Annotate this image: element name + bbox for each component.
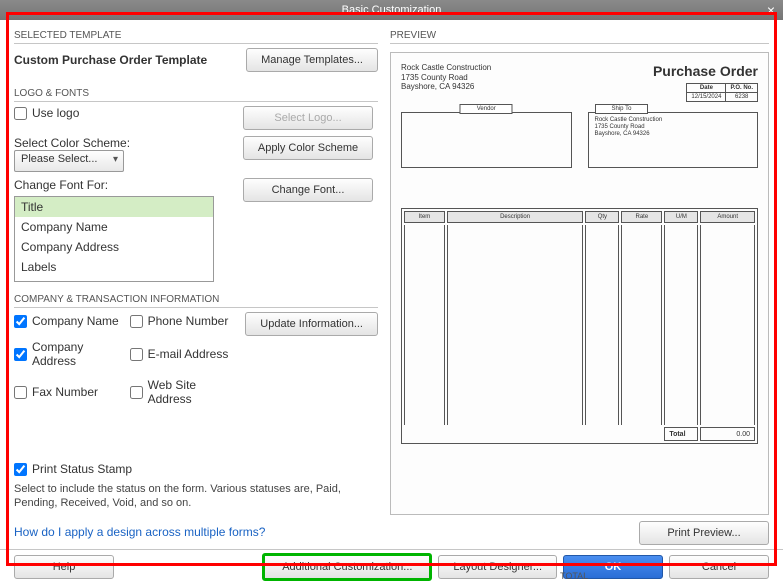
template-name: Custom Purchase Order Template <box>14 53 207 67</box>
cb-company-name[interactable] <box>14 315 27 328</box>
additional-customization-button[interactable]: Additional Customization... <box>262 553 432 581</box>
pv-shipto-box: Ship To Rock Castle Construction 1735 Co… <box>588 112 759 168</box>
basic-customization-dialog: Basic Customization × SELECTED TEMPLATE … <box>0 0 783 583</box>
cb-print-status-stamp[interactable] <box>14 463 27 476</box>
help-link-apply-design[interactable]: How do I apply a design across multiple … <box>14 525 378 539</box>
close-icon[interactable]: × <box>767 2 775 18</box>
change-font-label: Change Font For: <box>14 178 226 192</box>
pv-vendor-box: Vendor <box>401 112 572 168</box>
pv-company-block: Rock Castle Construction 1735 County Roa… <box>401 63 491 102</box>
update-information-button[interactable]: Update Information... <box>245 312 378 336</box>
selected-template-section: SELECTED TEMPLATE Custom Purchase Order … <box>14 30 378 82</box>
lbl-company-name: Company Name <box>32 314 119 328</box>
pv-meta-table: Date P.O. No. 12/15/2024 6238 <box>686 83 758 102</box>
pv-ih4: U/M <box>664 211 698 223</box>
cb-email-address[interactable] <box>130 348 143 361</box>
pv-items-table: Item Description Qty Rate U/M Amount Tot… <box>401 208 758 444</box>
pv-meta-v0: 12/15/2024 <box>687 93 726 102</box>
pv-shipto-addr1: 1735 County Road <box>595 124 752 131</box>
lbl-fax-number: Fax Number <box>32 385 98 399</box>
help-button[interactable]: Help <box>14 555 114 579</box>
left-panel: SELECTED TEMPLATE Custom Purchase Order … <box>0 20 390 549</box>
pv-meta-h0: Date <box>687 84 726 93</box>
cb-phone-number[interactable] <box>130 315 143 328</box>
company-info-header: COMPANY & TRANSACTION INFORMATION <box>14 294 378 308</box>
company-info-section: COMPANY & TRANSACTION INFORMATION Compan… <box>14 294 378 511</box>
pv-ih3: Rate <box>621 211 662 223</box>
preview-header: PREVIEW <box>390 30 769 44</box>
manage-templates-button[interactable]: Manage Templates... <box>246 48 378 72</box>
preview-pane: Rock Castle Construction 1735 County Roa… <box>390 52 769 515</box>
color-scheme-select[interactable]: Please Select... <box>14 150 124 172</box>
pv-ih2: Qty <box>585 211 619 223</box>
print-status-description: Select to include the status on the form… <box>14 482 374 511</box>
font-item-company-address[interactable]: Company Address <box>15 237 213 257</box>
cb-company-address[interactable] <box>14 348 27 361</box>
pv-total-label: Total <box>664 427 698 441</box>
logo-fonts-section: LOGO & FONTS Use logo Select Logo... <box>14 88 378 282</box>
pv-shipto-addr2: Bayshore, CA 94326 <box>595 131 752 138</box>
pv-ih0: Item <box>404 211 445 223</box>
pv-vendor-header: Vendor <box>460 104 513 114</box>
titlebar: Basic Customization × <box>0 0 783 20</box>
cb-website-address[interactable] <box>130 386 143 399</box>
lbl-website-address: Web Site Address <box>148 378 238 406</box>
change-font-button[interactable]: Change Font... <box>243 178 373 202</box>
use-logo-checkbox[interactable] <box>14 107 27 120</box>
bottom-button-bar: Help Additional Customization... Layout … <box>0 549 783 583</box>
apply-color-scheme-button[interactable]: Apply Color Scheme <box>243 136 373 160</box>
pv-shipto-header: Ship To <box>595 104 649 114</box>
color-scheme-label: Select Color Scheme: <box>14 136 226 150</box>
layout-designer-button[interactable]: Layout Designer... <box>438 555 557 579</box>
pv-ih1: Description <box>447 211 583 223</box>
font-item-company-name[interactable]: Company Name <box>15 217 213 237</box>
font-item-labels[interactable]: Labels <box>15 257 213 277</box>
lbl-print-status-stamp: Print Status Stamp <box>32 462 132 476</box>
font-list[interactable]: Title Company Name Company Address Label… <box>14 196 214 282</box>
right-panel: PREVIEW Rock Castle Construction 1735 Co… <box>390 20 783 549</box>
lbl-company-address: Company Address <box>32 340 122 368</box>
logo-fonts-header: LOGO & FONTS <box>14 88 378 102</box>
pv-doc-title: Purchase Order <box>653 63 758 79</box>
pv-total-value: 0.00 <box>700 427 755 441</box>
pv-meta-v1: 6238 <box>726 93 758 102</box>
pv-meta-h1: P.O. No. <box>726 84 758 93</box>
selected-template-header: SELECTED TEMPLATE <box>14 30 378 44</box>
footer-total-text: TOTAL <box>560 571 588 581</box>
print-preview-button[interactable]: Print Preview... <box>639 521 769 545</box>
cb-fax-number[interactable] <box>14 386 27 399</box>
lbl-phone-number: Phone Number <box>148 314 229 328</box>
window-title: Basic Customization <box>342 4 442 16</box>
font-item-title[interactable]: Title <box>15 197 213 217</box>
pv-shipto-name: Rock Castle Construction <box>595 117 752 124</box>
select-logo-button[interactable]: Select Logo... <box>243 106 373 130</box>
pv-company-addr2: Bayshore, CA 94326 <box>401 82 491 92</box>
pv-company-addr1: 1735 County Road <box>401 73 491 83</box>
use-logo-label: Use logo <box>32 106 79 120</box>
color-scheme-value: Please Select... <box>21 153 97 165</box>
pv-company-name: Rock Castle Construction <box>401 63 491 73</box>
lbl-email-address: E-mail Address <box>148 347 229 361</box>
cancel-button[interactable]: Cancel <box>669 555 769 579</box>
pv-ih5: Amount <box>700 211 755 223</box>
